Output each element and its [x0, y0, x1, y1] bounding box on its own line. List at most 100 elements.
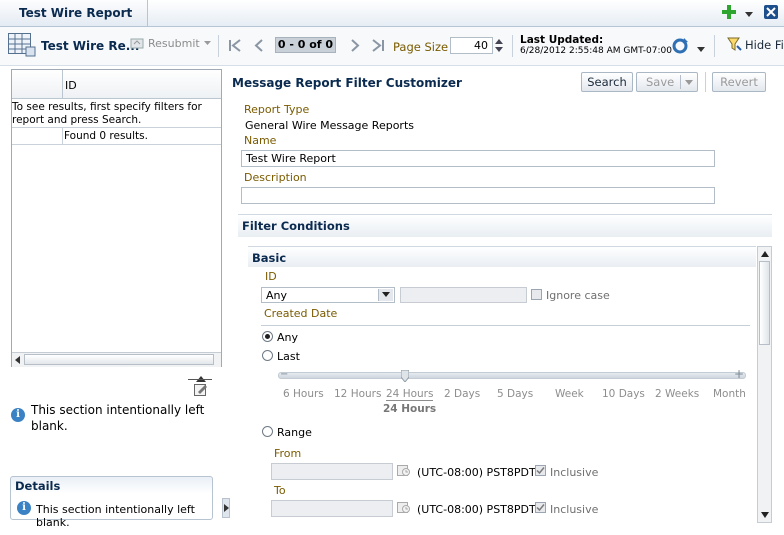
to-inclusive-checkbox[interactable] — [535, 502, 546, 513]
calendar-icon[interactable] — [397, 463, 411, 480]
name-label: Name — [244, 134, 277, 147]
edit-note-icon[interactable] — [194, 383, 208, 399]
last-duration-slider[interactable]: − + — [278, 367, 746, 383]
chevron-down-icon[interactable] — [697, 43, 705, 56]
tab-bar: Test Wire Report — [0, 0, 784, 27]
resubmit-label: Resubmit — [148, 37, 200, 50]
column-header-id[interactable]: ID — [65, 79, 77, 92]
chevron-down-icon — [382, 292, 390, 297]
slider-tick[interactable]: 12 Hours — [334, 388, 381, 400]
details-text: This section intentionally left blank. — [36, 503, 195, 529]
refresh-icon[interactable] — [671, 37, 691, 58]
vertical-scrollbar[interactable] — [757, 246, 772, 523]
resubmit-icon — [130, 38, 144, 49]
page-indicator: 0 - 0 of 0 — [275, 37, 336, 53]
slider-tick[interactable]: Month — [713, 388, 746, 400]
slider-tick[interactable]: 5 Days — [497, 388, 533, 400]
slider-thumb[interactable] — [400, 369, 410, 383]
next-page-icon[interactable] — [350, 39, 360, 55]
page-size-spinner[interactable] — [494, 37, 504, 54]
resubmit-button[interactable]: Resubmit — [130, 37, 211, 50]
slider-tick[interactable]: 6 Hours — [283, 388, 324, 400]
page-size-label: Page Size — [393, 40, 449, 54]
chevron-down-icon[interactable] — [745, 8, 753, 21]
left-info-text: This section intentionally left blank. — [31, 403, 205, 433]
hide-filters-label: Hide Fi — [745, 37, 784, 52]
name-field[interactable]: Test Wire Report — [241, 150, 715, 167]
scroll-left-icon[interactable] — [14, 356, 22, 364]
hide-filters-button[interactable]: Hide Fi — [727, 37, 784, 52]
basic-title: Basic — [252, 251, 287, 265]
save-dropdown-separator — [680, 75, 681, 89]
button-separator — [705, 72, 706, 92]
slider-tick[interactable]: 24 Hours — [386, 388, 434, 401]
report-toolbar: Test Wire Re... Resubmit 0 - 0 of 0 Page… — [0, 27, 784, 66]
save-button[interactable]: Save — [636, 72, 698, 92]
id-label: ID — [265, 270, 277, 283]
tab-title: Test Wire Report — [19, 6, 133, 20]
created-date-divider — [261, 325, 750, 326]
ignore-case-checkbox[interactable] — [531, 289, 542, 300]
close-icon[interactable] — [764, 5, 778, 19]
slider-track — [278, 372, 746, 379]
results-table: ID To see results, first specify filters… — [11, 69, 222, 367]
to-timezone: (UTC-08:00) PST8PDT — [417, 503, 536, 516]
table-row: Found 0 results. — [12, 127, 221, 145]
splitter-line — [188, 379, 212, 380]
revert-button[interactable]: Revert — [712, 72, 766, 92]
chevron-down-icon[interactable] — [685, 80, 693, 85]
scroll-down-icon[interactable] — [761, 512, 769, 518]
to-label: To — [274, 484, 286, 497]
first-page-icon[interactable] — [229, 39, 241, 55]
id-operator-select[interactable]: Any — [261, 287, 395, 303]
customizer-title: Message Report Filter Customizer — [232, 76, 462, 90]
save-label: Save — [646, 75, 675, 89]
add-icon[interactable] — [721, 4, 737, 20]
select-arrow — [378, 289, 393, 301]
created-any-radio[interactable] — [262, 331, 273, 342]
created-range-radio[interactable] — [262, 426, 273, 437]
from-inclusive-checkbox[interactable] — [535, 465, 546, 476]
id-value-input[interactable] — [400, 287, 527, 303]
created-last-radio[interactable] — [262, 350, 273, 361]
from-inclusive-label: Inclusive — [550, 466, 599, 479]
created-range-label: Range — [277, 426, 312, 439]
from-label: From — [274, 447, 302, 460]
scrollbar-thumb[interactable] — [759, 261, 770, 345]
slider-plus-icon[interactable]: + — [734, 367, 744, 381]
splitter-handle[interactable] — [222, 498, 230, 518]
last-page-icon[interactable] — [372, 39, 384, 55]
report-type-label: Report Type — [244, 103, 310, 116]
from-date-input[interactable] — [271, 463, 393, 480]
page-size-input[interactable]: 40 — [450, 37, 493, 54]
tab-test-wire-report[interactable]: Test Wire Report — [0, 0, 148, 26]
filter-conditions-title: Filter Conditions — [242, 219, 350, 233]
slider-tick[interactable]: 2 Weeks — [655, 388, 699, 400]
to-date-input[interactable] — [271, 500, 393, 517]
search-button[interactable]: Search — [581, 72, 633, 92]
ignore-case-label: Ignore case — [546, 289, 610, 302]
toolbar-separator — [714, 35, 715, 57]
details-panel: Details i This section intentionally lef… — [10, 476, 213, 529]
toolbar-separator — [512, 35, 513, 57]
info-icon: i — [17, 501, 31, 515]
scroll-up-icon[interactable] — [761, 251, 769, 257]
description-field[interactable] — [241, 187, 715, 204]
page-size-value: 40 — [474, 39, 488, 52]
calendar-icon[interactable] — [397, 500, 411, 517]
chevron-down-icon — [203, 41, 211, 45]
previous-page-icon[interactable] — [254, 39, 264, 55]
last-updated-label: Last Updated: — [520, 34, 604, 46]
horizontal-scrollbar[interactable] — [12, 352, 221, 367]
filter-icon — [727, 37, 742, 51]
to-inclusive-label: Inclusive — [550, 503, 599, 516]
header-select-column — [62, 70, 63, 98]
report-grid-icon — [8, 33, 36, 57]
slider-tick[interactable]: Week — [555, 388, 584, 400]
slider-minus-icon[interactable]: − — [280, 369, 288, 380]
scrollbar-thumb[interactable] — [24, 354, 214, 365]
row-select-cell — [62, 128, 63, 144]
slider-tick[interactable]: 10 Days — [602, 388, 645, 400]
slider-tick[interactable]: 2 Days — [444, 388, 480, 400]
table-header: ID — [12, 70, 221, 99]
